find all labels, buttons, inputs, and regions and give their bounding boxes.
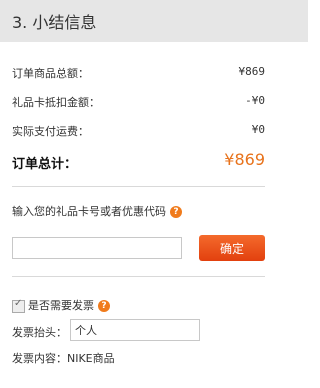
invoice-title-input[interactable] bbox=[70, 319, 200, 341]
shipping-value: ¥0 bbox=[251, 123, 265, 136]
order-total-value: ¥869 bbox=[224, 150, 265, 169]
invoice-checkbox[interactable]: ✓ bbox=[12, 297, 25, 313]
giftcard-deduction-value: -¥0 bbox=[245, 94, 265, 107]
section-header: 3. 小结信息 bbox=[0, 0, 308, 42]
promo-code-label: 输入您的礼品卡号或者优惠代码 bbox=[12, 205, 166, 218]
promo-code-prompt: 输入您的礼品卡号或者优惠代码? bbox=[12, 203, 182, 219]
invoice-content-value: NIKE商品 bbox=[67, 352, 115, 365]
invoice-content: 发票内容：NIKE商品 bbox=[12, 350, 115, 366]
section-title: 3. 小结信息 bbox=[12, 13, 97, 32]
giftcard-deduction-label: 礼品卡抵扣金额： bbox=[12, 96, 100, 109]
help-icon[interactable]: ? bbox=[98, 300, 110, 312]
confirm-button[interactable]: 确定 bbox=[199, 235, 265, 261]
invoice-content-label: 发票内容： bbox=[12, 352, 67, 365]
promo-code-input[interactable] bbox=[12, 237, 182, 259]
summary-row-total: 订单总计： ¥869 bbox=[12, 150, 265, 173]
subtotal-value: ¥869 bbox=[238, 65, 266, 78]
divider bbox=[12, 186, 265, 187]
shipping-label: 实际支付运费： bbox=[12, 125, 89, 138]
order-total-label: 订单总计： bbox=[12, 157, 78, 172]
subtotal-label: 订单商品总额： bbox=[12, 67, 89, 80]
check-icon: ✓ bbox=[14, 297, 23, 309]
invoice-needed-label: 是否需要发票 bbox=[28, 299, 94, 312]
divider bbox=[12, 276, 265, 277]
help-icon[interactable]: ? bbox=[170, 206, 182, 218]
invoice-title-label: 发票抬头： bbox=[12, 326, 67, 339]
invoice-needed-option: ✓ 是否需要发票? bbox=[12, 297, 110, 313]
